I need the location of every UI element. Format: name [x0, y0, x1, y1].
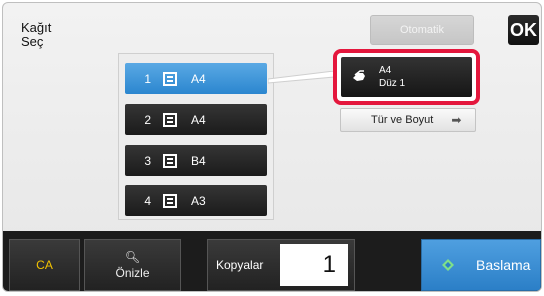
preview-label: Önizle: [115, 265, 150, 280]
page-title: Kağıt Seç: [21, 21, 51, 49]
tray-size: B4: [191, 153, 206, 168]
tray-number: 3: [144, 153, 151, 168]
tray-number: 1: [144, 71, 151, 86]
tray-1-button[interactable]: 1 A4: [125, 63, 267, 94]
preview-button[interactable]: 🔍︎ Önizle: [84, 239, 181, 291]
copy-paper-select-screen: Kağıt Seç Otomatik OK 1 A4 2 A4 3 B4 4 A…: [2, 2, 542, 292]
type-size-button[interactable]: Tür ve Boyut ➡: [340, 108, 476, 132]
arrow-right-icon: ➡: [451, 113, 462, 127]
hand-feed-icon: [353, 70, 365, 81]
tray-2-button[interactable]: 2 A4: [125, 104, 267, 135]
type-size-label: Tür ve Boyut: [371, 114, 434, 126]
tray-3-button[interactable]: 3 B4: [125, 145, 267, 176]
magnifier-icon: 🔍︎: [124, 249, 141, 264]
paper-stack-icon: [163, 112, 177, 127]
paper-stack-icon: [163, 71, 177, 86]
ok-button[interactable]: OK: [508, 15, 539, 45]
paper-stack-icon: [163, 153, 177, 168]
copies-input[interactable]: 1: [280, 244, 348, 286]
copies-control: Kopyalar 1: [207, 239, 355, 291]
start-diamond-icon: [442, 259, 454, 271]
page-title-line2: Seç: [21, 34, 44, 49]
auto-button[interactable]: Otomatik: [370, 15, 474, 45]
tray-size: A3: [191, 193, 206, 208]
tray-number: 4: [144, 193, 151, 208]
paper-info-text: A4 Düz 1: [379, 64, 405, 90]
tray-size: A4: [191, 71, 206, 86]
page-title-line1: Kağıt: [21, 20, 52, 35]
ca-button[interactable]: CA: [9, 239, 80, 291]
paper-stack-icon: [163, 193, 177, 208]
tray-list: 1 A4 2 A4 3 B4 4 A3: [118, 53, 274, 220]
copies-label: Kopyalar: [216, 258, 264, 272]
tray-connector: [268, 71, 335, 84]
tray-4-button[interactable]: 4 A3: [125, 185, 267, 216]
paper-info-highlight[interactable]: A4 Düz 1: [333, 49, 480, 105]
start-button[interactable]: Baslama: [421, 239, 541, 291]
paper-size: A4: [379, 65, 392, 76]
paper-info-button[interactable]: A4 Düz 1: [341, 57, 472, 97]
tray-number: 2: [144, 112, 151, 127]
start-label: Baslama: [476, 257, 531, 273]
tray-size: A4: [191, 112, 206, 127]
paper-type: Düz 1: [379, 78, 406, 89]
